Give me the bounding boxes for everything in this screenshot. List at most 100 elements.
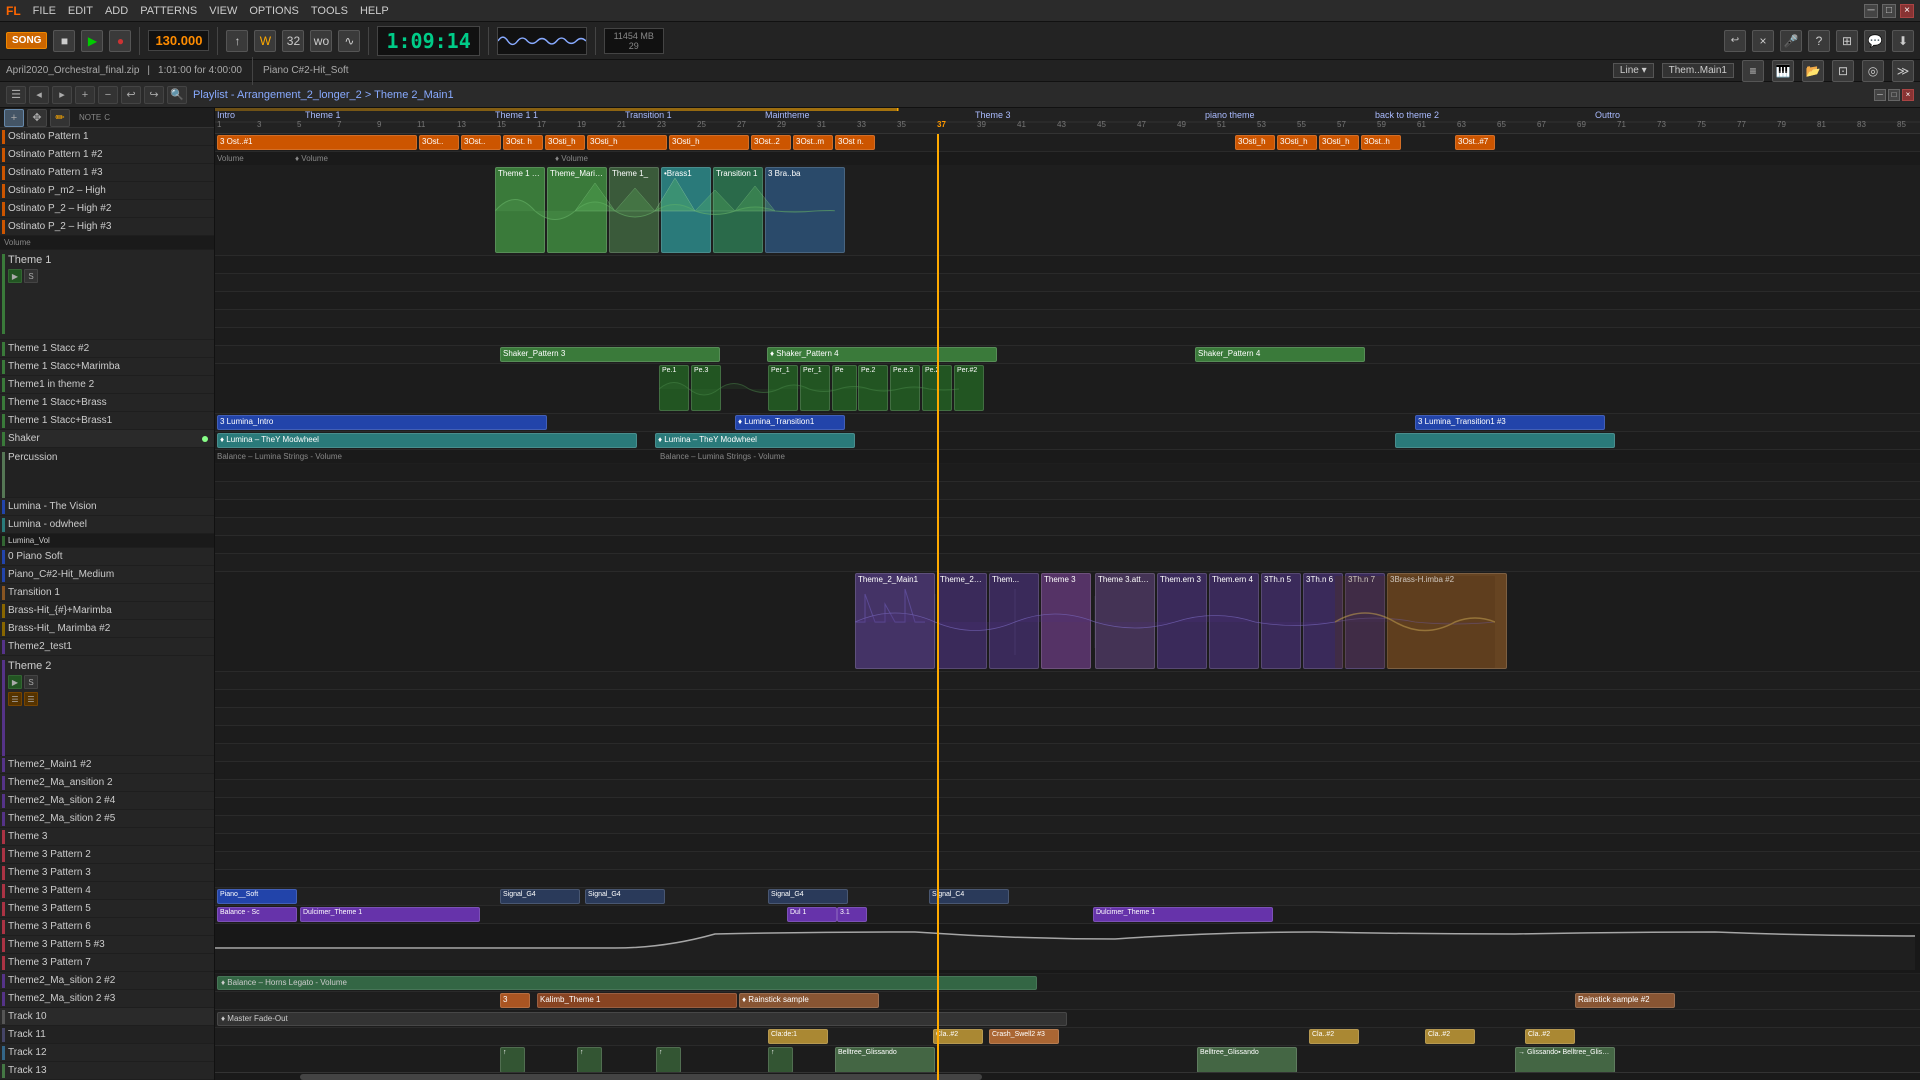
theme2-solo[interactable]: S: [24, 675, 38, 689]
clip-ost-6[interactable]: 3Osti_h: [587, 135, 667, 150]
track-t3p7[interactable]: Theme 3 Pattern 7: [0, 954, 214, 972]
add-track-button[interactable]: +: [4, 109, 24, 127]
track-lumina-odwheel[interactable]: Lumina - odwheel: [0, 516, 214, 534]
close-panel-button[interactable]: ×: [1752, 30, 1774, 52]
clip-bal-horns[interactable]: ♦ Balance – Horns Legato - Volume: [217, 976, 1037, 990]
timeline-ruler[interactable]: /* rendered below */ Intro Theme 1 Theme…: [215, 108, 1920, 134]
clip-ost-14[interactable]: 3Ost..h: [1361, 135, 1401, 150]
zoom-in[interactable]: +: [75, 86, 95, 104]
clip-cla4[interactable]: Cla..#2: [1425, 1029, 1475, 1044]
move-tool[interactable]: ✥: [27, 109, 47, 127]
track-transition1[interactable]: Transition 1: [0, 584, 214, 602]
chat-button[interactable]: 💬: [1864, 30, 1886, 52]
stop-button[interactable]: ■: [53, 30, 75, 52]
view-record[interactable]: ◎: [1862, 60, 1884, 82]
clip-shaker-2[interactable]: ♦ Shaker_Pattern 4: [767, 347, 997, 362]
minimize-button[interactable]: ─: [1864, 4, 1878, 18]
pattern-selector[interactable]: Them..Main1: [1662, 63, 1734, 78]
clip-dul2[interactable]: Dul 1: [787, 907, 837, 922]
track-row-t1s5[interactable]: Theme 1 Stacc+Brass1: [0, 412, 214, 430]
menu-patterns[interactable]: PATTERNS: [140, 5, 197, 17]
track-piano-soft[interactable]: 0 Piano Soft: [0, 548, 214, 566]
track-t2m2c[interactable]: Theme2_Ma_sition 2 #3: [0, 990, 214, 1008]
clip-fx1-2[interactable]: ↑: [577, 1047, 602, 1073]
track-piano-medium[interactable]: Piano_C#2-Hit_Medium: [0, 566, 214, 584]
mode-button-3[interactable]: 32: [282, 30, 304, 52]
clip-cla3[interactable]: Cla..#2: [1309, 1029, 1359, 1044]
clip-cla2[interactable]: Cla..#2: [933, 1029, 983, 1044]
track-11[interactable]: Track 11: [0, 1026, 214, 1044]
clip-lumina-mod2[interactable]: ♦ Lumina – TheY Modwheel: [655, 433, 855, 448]
view-browser[interactable]: 📂: [1802, 60, 1824, 82]
menu-help[interactable]: HELP: [360, 5, 389, 17]
clip-ost-10[interactable]: 3Ost n.: [835, 135, 875, 150]
clip-signal-g4[interactable]: Signal_G4: [500, 889, 580, 904]
track-t3p5b[interactable]: Theme 3 Pattern 5 #3: [0, 936, 214, 954]
track-t3p3[interactable]: Theme 3 Pattern 3: [0, 864, 214, 882]
view-plugin[interactable]: ⊡: [1832, 60, 1854, 82]
zoom-tool[interactable]: 🔍: [167, 86, 187, 104]
track-brass1[interactable]: Brass-Hit_{#}+Marimba: [0, 602, 214, 620]
track-percussion[interactable]: Percussion: [0, 448, 214, 498]
playlist-min[interactable]: ─: [1874, 89, 1886, 101]
track-row-3[interactable]: Ostinato Pattern 1 #3: [0, 164, 214, 182]
menu-add[interactable]: ADD: [105, 5, 128, 17]
track-10[interactable]: Track 10: [0, 1008, 214, 1026]
clip-ost-5[interactable]: 3Osti_h: [545, 135, 585, 150]
track-row-5[interactable]: Ostinato P_2 – High #2: [0, 200, 214, 218]
clip-dulcimer-t1[interactable]: Dulcimer_Theme 1: [300, 907, 480, 922]
clip-signal-g43[interactable]: Signal_G4: [768, 889, 848, 904]
menu-tools[interactable]: TOOLS: [311, 5, 348, 17]
track-t2m2[interactable]: Theme2_Main1 #2: [0, 756, 214, 774]
menu-options[interactable]: OPTIONS: [249, 5, 299, 17]
clip-signal-g42[interactable]: Signal_G4: [585, 889, 665, 904]
clip-master-fadeout[interactable]: ♦ Master Fade-Out: [217, 1012, 1067, 1026]
menu-file[interactable]: FILE: [33, 5, 56, 17]
track-brass2[interactable]: Brass-Hit_ Marimba #2: [0, 620, 214, 638]
clip-lumina-trans3[interactable]: 3 Lumina_Transition1 #3: [1415, 415, 1605, 430]
clip-ost-3[interactable]: 3Ost..: [461, 135, 501, 150]
clip-ost-1[interactable]: 3 Ost..#1: [217, 135, 417, 150]
clip-lumina-intro[interactable]: 3 Lumina_Intro: [217, 415, 547, 430]
track-t3p6[interactable]: Theme 3 Pattern 6: [0, 918, 214, 936]
track-row-2[interactable]: Ostinato Pattern 1 #2: [0, 146, 214, 164]
mic-button[interactable]: 🎤: [1780, 30, 1802, 52]
mode-button-1[interactable]: ↑: [226, 30, 248, 52]
clip-fx1-1[interactable]: ↑: [500, 1047, 525, 1073]
clip-belltree-3[interactable]: → Glissando▪ Belltree_Glissando: [1515, 1047, 1615, 1073]
song-mode-button[interactable]: SONG: [6, 32, 47, 49]
track-row-1[interactable]: Ostinato Pattern 1: [0, 128, 214, 146]
clip-ost-9[interactable]: 3Ost..m: [793, 135, 833, 150]
track-t2m2b[interactable]: Theme2_Ma_sition 2 #2: [0, 972, 214, 990]
track-solo[interactable]: S: [24, 269, 38, 283]
scroll-left[interactable]: ◂: [29, 86, 49, 104]
track-row-4[interactable]: Ostinato P_m2 – High: [0, 182, 214, 200]
clip-ost-7[interactable]: 3Osti_h: [669, 135, 749, 150]
track-t2t3[interactable]: Theme2_Ma_sition 2 #4: [0, 792, 214, 810]
track-theme2-main[interactable]: Theme 2 ▶ S ☰ ☰: [0, 656, 214, 756]
tempo-display[interactable]: 130.000: [148, 30, 209, 51]
record-button[interactable]: ●: [109, 30, 131, 52]
draw-tool[interactable]: ✏: [50, 109, 70, 127]
clip-ost-2[interactable]: 3Ost..: [419, 135, 459, 150]
playlist-max[interactable]: □: [1888, 89, 1900, 101]
clip-ost-8[interactable]: 3Ost..2: [751, 135, 791, 150]
plugin-button[interactable]: ⊞: [1836, 30, 1858, 52]
clip-lumina-mod1[interactable]: ♦ Lumina – TheY Modwheel: [217, 433, 637, 448]
scrollbar-thumb[interactable]: [300, 1074, 982, 1080]
track-t3p2[interactable]: Theme 3 Pattern 2: [0, 846, 214, 864]
track-row-t1s3[interactable]: Theme1 in theme 2: [0, 376, 214, 394]
track-row-t1s1[interactable]: Theme 1 Stacc #2: [0, 340, 214, 358]
play-button[interactable]: ▶: [81, 30, 103, 52]
undo-tool[interactable]: ↩: [121, 86, 141, 104]
download-button[interactable]: ⬇: [1892, 30, 1914, 52]
maximize-button[interactable]: □: [1882, 4, 1896, 18]
track-t3p4[interactable]: Theme 3 Pattern 4: [0, 882, 214, 900]
clip-dulcimer-t2[interactable]: Dulcimer_Theme 1: [1093, 907, 1273, 922]
clip-belltree-1[interactable]: Belltree_Glissando: [835, 1047, 935, 1073]
view-more[interactable]: ≫: [1892, 60, 1914, 82]
track-row-t1s4[interactable]: Theme 1 Stacc+Brass: [0, 394, 214, 412]
clip-cla5[interactable]: Cla..#2: [1525, 1029, 1575, 1044]
track-mute[interactable]: ▶: [8, 269, 22, 283]
clip-signal-c4[interactable]: Signal_C4: [929, 889, 1009, 904]
